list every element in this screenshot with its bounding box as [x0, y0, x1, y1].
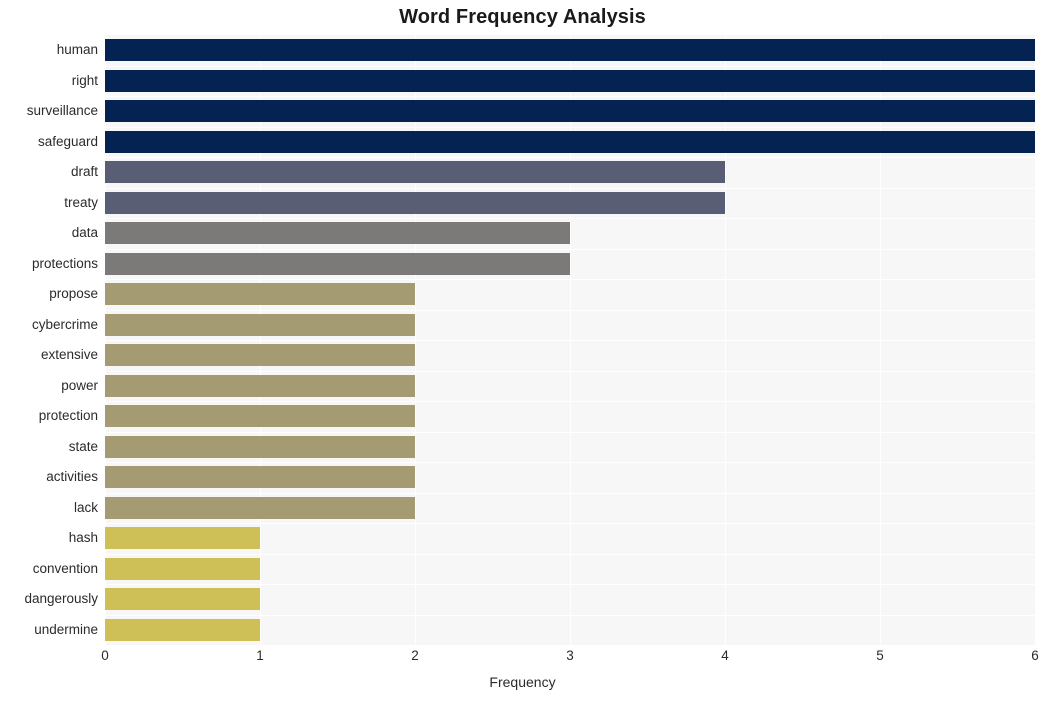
y-axis-tick-label: hash	[68, 530, 98, 546]
y-axis-tick-label: treaty	[64, 194, 98, 210]
y-axis-tick-labels: human right surveillance safeguard draft trea…	[0, 35, 98, 645]
chart-title: Word Frequency Analysis	[399, 6, 646, 28]
vertical-gridline	[415, 35, 416, 645]
y-axis-tick-label: human	[56, 42, 98, 58]
y-axis-tick-label: surveillance	[26, 103, 98, 119]
bar	[105, 252, 570, 275]
x-axis-title: Frequency	[489, 674, 556, 690]
bar	[105, 618, 260, 641]
x-axis-tick-label: 5	[876, 648, 884, 663]
bar	[105, 588, 260, 611]
x-axis-tick-label: 1	[256, 648, 264, 663]
y-axis-tick-label: protections	[31, 255, 98, 271]
x-axis-tick-labels: 0 1 2 3 4 5 6	[101, 648, 1039, 670]
x-axis-tick-label: 3	[566, 648, 574, 663]
y-axis-tick-label: data	[71, 225, 98, 241]
vertical-gridline	[880, 35, 881, 645]
y-axis-tick-label: right	[71, 72, 98, 88]
y-axis-tick-label: power	[61, 377, 98, 393]
vertical-gridline	[260, 35, 261, 645]
bar	[105, 283, 415, 306]
bar	[105, 69, 1035, 92]
y-axis-tick-label: safeguard	[37, 133, 98, 149]
y-axis-tick-label: cybercrime	[31, 316, 98, 332]
vertical-gridline	[1035, 35, 1036, 645]
bar	[105, 191, 725, 214]
bar	[105, 557, 260, 580]
bar	[105, 130, 1035, 153]
y-axis-tick-label: lack	[73, 499, 98, 515]
y-axis-tick-label: extensive	[40, 347, 98, 363]
bar	[105, 161, 725, 184]
x-axis-tick-label: 4	[721, 648, 729, 663]
vertical-gridline	[725, 35, 726, 645]
bar	[105, 39, 1035, 62]
x-axis-tick-label: 2	[411, 648, 419, 663]
vertical-gridline	[105, 35, 106, 645]
y-axis-tick-label: protection	[38, 408, 98, 424]
x-axis-tick-label: 0	[101, 648, 109, 663]
bar	[105, 527, 260, 550]
word-frequency-chart-figure: Word Frequency Analysis human right survei…	[0, 0, 1045, 701]
bar	[105, 496, 415, 519]
bar	[105, 405, 415, 428]
y-axis-tick-label: draft	[70, 164, 98, 180]
y-axis-tick-label: convention	[32, 560, 98, 576]
bar	[105, 435, 415, 458]
bar	[105, 466, 415, 489]
bar	[105, 313, 415, 336]
y-axis-tick-label: propose	[49, 286, 98, 302]
y-axis-tick-label: undermine	[34, 621, 98, 637]
bar	[105, 344, 415, 367]
y-axis-tick-label: state	[68, 438, 98, 454]
y-axis-tick-label: activities	[46, 469, 98, 485]
bar	[105, 374, 415, 397]
vertical-gridline	[570, 35, 571, 645]
y-axis-tick-label: dangerously	[24, 591, 98, 607]
x-axis-tick-label: 6	[1031, 648, 1039, 663]
bar	[105, 100, 1035, 123]
bar	[105, 222, 570, 245]
plot-area	[105, 35, 1036, 645]
